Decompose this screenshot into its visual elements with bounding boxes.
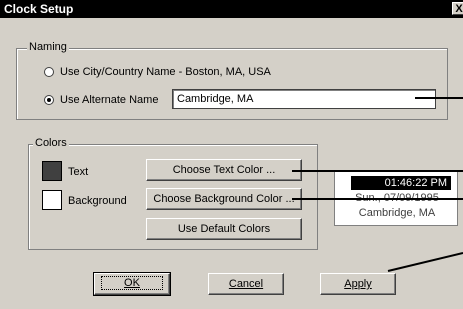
apply-button-label: Apply (344, 278, 372, 290)
preview-date: Sun., 07/09/1995 (355, 192, 439, 204)
radio-city-indicator[interactable] (44, 67, 54, 77)
dialog-title: Clock Setup (4, 2, 74, 16)
cancel-button[interactable]: Cancel (208, 273, 284, 295)
text-color-label: Text (68, 166, 89, 178)
title-bar[interactable]: Clock Setup X (0, 0, 463, 18)
choose-background-color-button[interactable]: Choose Background Color ... (146, 188, 302, 210)
radio-alternate-indicator[interactable] (44, 95, 54, 105)
radio-city-name[interactable]: Use City/Country Name - Boston, MA, USA (44, 66, 271, 78)
naming-group: Naming (16, 41, 448, 120)
preview-time: 01:46:22 PM (351, 176, 451, 190)
preview-city: Cambridge, MA (358, 207, 436, 219)
text-color-swatch (42, 161, 62, 181)
alternate-name-field[interactable]: Cambridge, MA (172, 89, 436, 109)
clock-preview: 01:46:22 PM Sun., 07/09/1995 Cambridge, … (334, 170, 458, 226)
cancel-button-label: Cancel (228, 278, 264, 290)
clock-setup-dialog: Clock Setup X Naming Use City/Country Na… (0, 0, 463, 309)
colors-legend: Colors (33, 137, 69, 149)
ok-button[interactable]: OK (93, 272, 171, 296)
close-icon[interactable]: X (452, 2, 463, 15)
callout-apply (387, 252, 463, 272)
use-default-colors-button[interactable]: Use Default Colors (146, 218, 302, 240)
radio-alternate-name[interactable]: Use Alternate Name (44, 94, 158, 106)
radio-city-label: Use City/Country Name - Boston, MA, USA (60, 66, 271, 78)
ok-button-focus: OK (101, 276, 163, 290)
apply-button[interactable]: Apply (320, 273, 396, 295)
naming-legend: Naming (27, 41, 69, 53)
background-color-label: Background (68, 195, 127, 207)
background-color-swatch (42, 190, 62, 210)
choose-text-color-button[interactable]: Choose Text Color ... (146, 159, 302, 181)
ok-button-label: OK (124, 277, 140, 289)
radio-alternate-label: Use Alternate Name (60, 94, 159, 106)
